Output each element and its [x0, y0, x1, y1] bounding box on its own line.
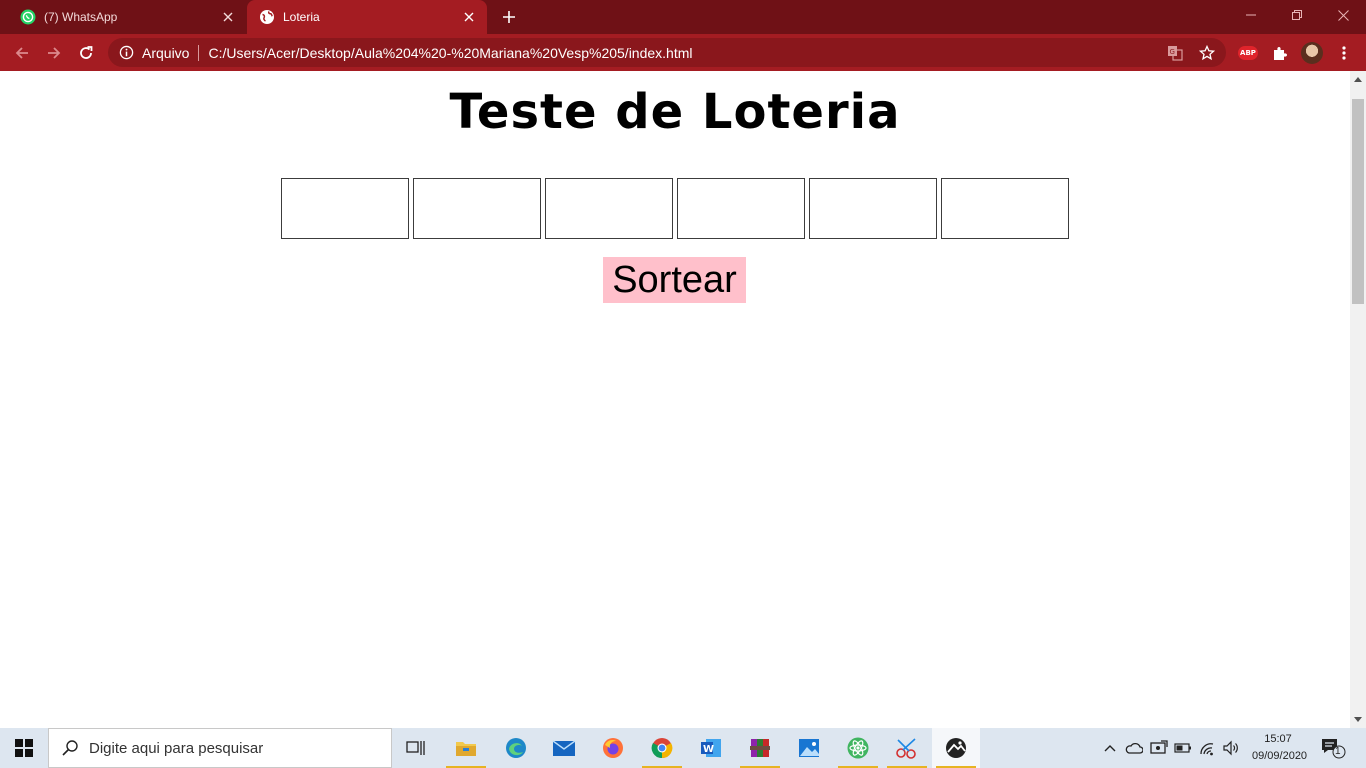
number-input-3[interactable] [545, 178, 673, 239]
globe-icon [259, 9, 275, 25]
number-input-1[interactable] [281, 178, 409, 239]
notification-center-button[interactable]: 1 [1318, 736, 1348, 760]
page-scrollbar[interactable] [1350, 71, 1366, 728]
file-explorer-icon[interactable] [442, 728, 490, 768]
number-input-4[interactable] [677, 178, 805, 239]
close-icon[interactable] [461, 9, 477, 25]
whatsapp-icon [20, 9, 36, 25]
bookmark-star-icon[interactable] [1198, 44, 1216, 62]
taskbar-search[interactable]: Digite aqui para pesquisar [48, 728, 392, 768]
page-viewport: Teste de Loteria Sortear [0, 71, 1350, 728]
battery-icon[interactable] [1173, 738, 1193, 758]
notification-icon [1322, 739, 1346, 759]
volume-icon[interactable] [1221, 738, 1241, 758]
clock-date: 09/09/2020 [1252, 750, 1308, 762]
windows-start-button[interactable] [0, 728, 48, 768]
new-tab-button[interactable] [499, 7, 519, 27]
number-input-5[interactable] [809, 178, 937, 239]
tab-title: Loteria [283, 10, 320, 24]
menu-kebab-icon[interactable] [1333, 42, 1355, 64]
security-chip[interactable]: Arquivo [142, 45, 189, 61]
restore-button[interactable] [1274, 0, 1320, 30]
minimize-button[interactable] [1228, 0, 1274, 30]
tab-strip: (7) WhatsApp Loteria [0, 0, 1366, 34]
wifi-icon[interactable] [1198, 738, 1218, 758]
close-icon[interactable] [220, 9, 236, 25]
number-input-row [281, 178, 1073, 239]
draw-button[interactable]: Sortear [603, 257, 746, 303]
security-center-icon[interactable] [1149, 738, 1169, 758]
adblock-plus-button[interactable]: ABP [1237, 42, 1259, 64]
scroll-up-icon[interactable] [1350, 71, 1366, 87]
back-button[interactable] [10, 41, 34, 65]
firefox-icon[interactable] [589, 728, 637, 768]
avatar [1301, 42, 1323, 64]
photos-icon[interactable] [785, 728, 833, 768]
tab-whatsapp[interactable]: (7) WhatsApp [8, 0, 246, 34]
notification-count: 1 [1335, 746, 1341, 757]
edge-icon[interactable] [492, 728, 540, 768]
chevron-up-icon[interactable] [1100, 738, 1120, 758]
system-clock[interactable]: 15:07 09/09/2020 [1252, 731, 1308, 765]
translate-icon[interactable]: G [1166, 44, 1184, 62]
number-input-2[interactable] [413, 178, 541, 239]
snipping-tool-icon[interactable] [883, 728, 931, 768]
scroll-thumb[interactable] [1352, 99, 1364, 304]
reload-button[interactable] [74, 41, 98, 65]
abp-badge: ABP [1238, 46, 1258, 60]
tab-loteria[interactable]: Loteria [247, 0, 487, 34]
search-placeholder: Digite aqui para pesquisar [89, 739, 264, 757]
extensions-puzzle-icon[interactable] [1269, 42, 1291, 64]
mail-icon[interactable] [540, 728, 588, 768]
windows-logo-icon [15, 739, 33, 757]
omnibox-divider [198, 44, 200, 61]
svg-text:G: G [1170, 48, 1175, 56]
atom-icon[interactable] [834, 728, 882, 768]
taskbar: Digite aqui para pesquisar W 15:07 09/09… [0, 728, 1366, 768]
svg-text:W: W [703, 744, 714, 755]
tab-title: (7) WhatsApp [44, 10, 118, 24]
chrome-icon[interactable] [638, 728, 686, 768]
forward-button[interactable] [42, 41, 66, 65]
word-icon[interactable]: W [687, 728, 735, 768]
page-title: Teste de Loteria [449, 84, 901, 140]
address-bar[interactable]: Arquivo C:/Users/Acer/Desktop/Aula%204%2… [108, 38, 1226, 67]
search-icon [61, 739, 79, 757]
number-input-6[interactable] [941, 178, 1069, 239]
info-icon[interactable] [118, 45, 134, 61]
task-view-icon[interactable] [392, 728, 440, 768]
browser-app-icon[interactable] [932, 728, 980, 768]
close-window-button[interactable] [1320, 0, 1366, 30]
browser-toolbar: Arquivo C:/Users/Acer/Desktop/Aula%204%2… [0, 34, 1366, 71]
scroll-down-icon[interactable] [1350, 712, 1366, 728]
profile-avatar[interactable] [1301, 42, 1323, 64]
winrar-icon[interactable] [736, 728, 784, 768]
url-text[interactable]: C:/Users/Acer/Desktop/Aula%204%20-%20Mar… [208, 45, 692, 61]
onedrive-cloud-icon[interactable] [1124, 738, 1144, 758]
clock-time: 15:07 [1264, 733, 1292, 745]
